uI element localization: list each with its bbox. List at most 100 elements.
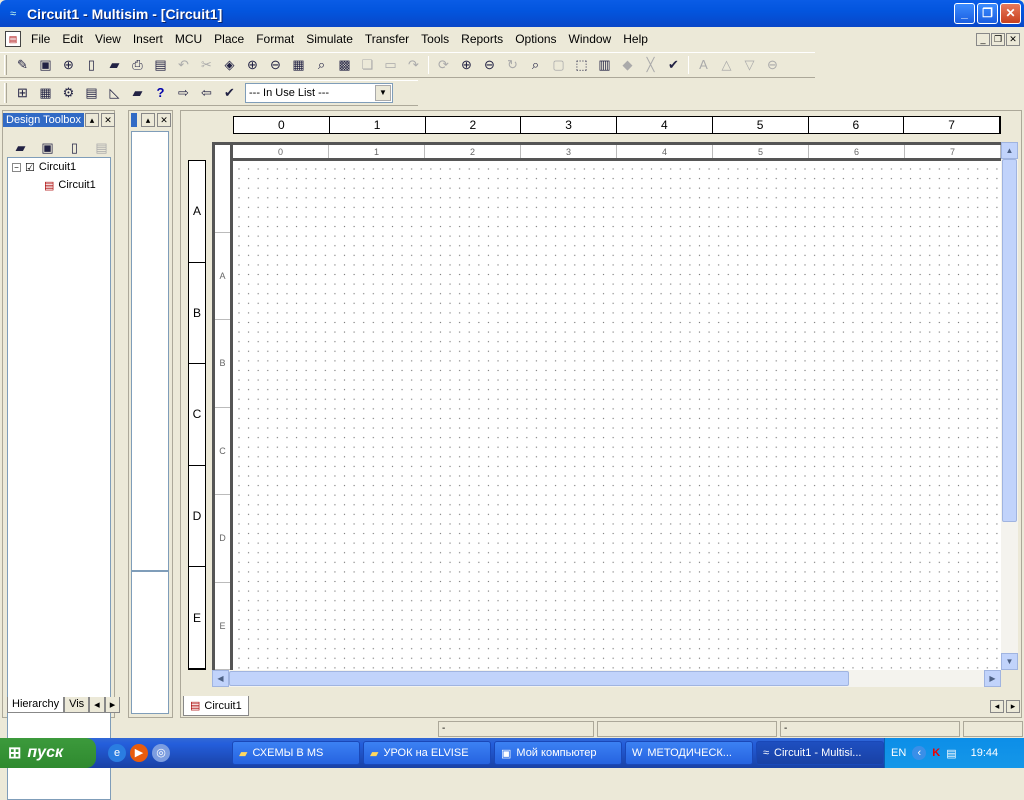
tab-scroll-left-icon[interactable]: ◂	[89, 697, 105, 713]
save-icon[interactable]: ▣	[34, 54, 57, 76]
panel-pin-button[interactable]: ▴	[141, 113, 155, 127]
erc-icon[interactable]: ✔	[218, 82, 241, 104]
collapse-icon[interactable]: −	[12, 162, 21, 172]
open-folder-icon[interactable]: ▰	[103, 54, 126, 76]
zoom-area-icon[interactable]: ⌕	[310, 54, 333, 76]
flip-icon[interactable]: △	[715, 54, 738, 76]
rotate-180-icon[interactable]: ↻	[501, 54, 524, 76]
zoom-fit-icon[interactable]: ⌕	[524, 54, 547, 76]
media-player-icon[interactable]: ▶	[130, 744, 148, 762]
undo-icon[interactable]: ↶	[172, 54, 195, 76]
delete-icon[interactable]: ▤	[90, 137, 113, 159]
menu-edit[interactable]: Edit	[56, 28, 89, 50]
menu-simulate[interactable]: Simulate	[300, 28, 359, 50]
help-icon[interactable]: ?	[149, 82, 172, 104]
panel-list[interactable]	[131, 571, 169, 714]
align-icon[interactable]: ⊖	[761, 54, 784, 76]
chevron-left-icon[interactable]: ‹	[912, 746, 927, 760]
minimize-button[interactable]: _	[954, 3, 975, 24]
new-sheet-icon[interactable]: ▯	[63, 137, 86, 159]
horizontal-scrollbar[interactable]: ◀ ▶	[212, 670, 1001, 687]
rotate-icon[interactable]: ⟳	[432, 54, 455, 76]
sheet-tab-circuit1[interactable]: ▤ Circuit1	[183, 696, 249, 716]
vertical-scrollbar[interactable]: ▲ ▼	[1001, 142, 1018, 670]
panel-close-button[interactable]: ✕	[101, 113, 115, 127]
multisim-app-icon[interactable]: ≈	[5, 6, 21, 22]
graph-icon[interactable]: ▦	[287, 54, 310, 76]
menu-mcu[interactable]: MCU	[169, 28, 208, 50]
open-folder-icon[interactable]: ▰	[126, 82, 149, 104]
tree-item-sheet[interactable]: ▤ Circuit1	[8, 176, 110, 194]
paste-icon[interactable]: ▭	[379, 54, 402, 76]
zoom-in-icon[interactable]: ⊕	[455, 54, 478, 76]
close-button[interactable]: ✕	[1000, 3, 1021, 24]
open-folder-icon[interactable]: ▰	[9, 137, 32, 159]
wire-icon[interactable]: ╳	[639, 54, 662, 76]
zoom-in-icon[interactable]: ⊕	[241, 54, 264, 76]
text-icon[interactable]: A	[692, 54, 715, 76]
antivirus-icon[interactable]: K	[932, 747, 940, 759]
wand-icon[interactable]: ✎	[11, 54, 34, 76]
menu-insert[interactable]: Insert	[127, 28, 169, 50]
menu-transfer[interactable]: Transfer	[359, 28, 415, 50]
sheet-icon[interactable]: ▢	[547, 54, 570, 76]
zoom-out-icon[interactable]: ⊖	[264, 54, 287, 76]
spreadsheet-icon[interactable]: ▦	[34, 82, 57, 104]
language-indicator[interactable]: EN	[891, 747, 906, 759]
horizontal-scroll-thumb[interactable]	[229, 671, 849, 686]
menu-view[interactable]: View	[89, 28, 127, 50]
toolbar-grip[interactable]	[4, 83, 7, 103]
grapher-icon[interactable]: ▤	[80, 82, 103, 104]
document-icon[interactable]: ▤	[5, 31, 21, 47]
hierarchy-icon[interactable]: ⊞	[11, 82, 34, 104]
menu-reports[interactable]: Reports	[455, 28, 509, 50]
flip-horizontal-icon[interactable]: ▽	[738, 54, 761, 76]
magnify-icon[interactable]: ⊕	[57, 54, 80, 76]
print-icon[interactable]: ⎙	[126, 54, 149, 76]
panel-pin-button[interactable]: ▴	[85, 113, 99, 127]
in-use-list-dropdown[interactable]: --- In Use List --- ▼	[245, 83, 393, 103]
task-my-computer[interactable]: ▣ Мой компьютер	[494, 741, 622, 765]
internet-explorer-icon[interactable]: e	[108, 744, 126, 762]
toolbar-grip[interactable]	[4, 55, 7, 75]
database-icon[interactable]: ⚙	[57, 82, 80, 104]
tab-scroll-left-icon[interactable]: ◂	[990, 700, 1004, 713]
save-icon[interactable]: ▣	[36, 137, 59, 159]
restore-button[interactable]: ❐	[977, 3, 998, 24]
menu-place[interactable]: Place	[208, 28, 250, 50]
status-grip[interactable]	[963, 721, 1023, 737]
scroll-left-icon[interactable]: ◀	[212, 670, 229, 687]
back-annotate-icon[interactable]: ⇦	[195, 82, 218, 104]
menu-help[interactable]: Help	[617, 28, 654, 50]
menu-tools[interactable]: Tools	[415, 28, 455, 50]
menu-window[interactable]: Window	[563, 28, 618, 50]
redo-icon[interactable]: ↷	[402, 54, 425, 76]
tab-scroll-right-icon[interactable]: ▸	[104, 697, 121, 713]
postprocessor-icon[interactable]: ◺	[103, 82, 126, 104]
start-button[interactable]: ⊞ пуск	[0, 738, 96, 768]
grid-icon[interactable]: ▥	[593, 54, 616, 76]
forward-annotate-icon[interactable]: ⇨	[172, 82, 195, 104]
copy-icon[interactable]: ❏	[356, 54, 379, 76]
mdi-close-button[interactable]: ✕	[1006, 33, 1020, 46]
tab-hierarchy[interactable]: Hierarchy	[7, 697, 65, 713]
tree-item-root[interactable]: − ☑ Circuit1	[8, 158, 110, 176]
task-lesson-elvis[interactable]: ▰ УРОК на ELVISE	[363, 741, 491, 765]
vertical-scroll-thumb[interactable]	[1002, 159, 1017, 522]
network-icon[interactable]: ▤	[946, 747, 956, 760]
schematic-canvas[interactable]: 0 1 2 3 4 5 6 7 A B C D E	[212, 142, 1001, 670]
clock[interactable]: 19:44	[971, 747, 999, 759]
cut-icon[interactable]: ✂	[195, 54, 218, 76]
zoom-out-icon[interactable]: ⊖	[478, 54, 501, 76]
scroll-right-icon[interactable]: ▶	[984, 670, 1001, 687]
task-schemes-ms[interactable]: ▰ СХЕМЫ В MS	[232, 741, 360, 765]
browser-icon[interactable]: ◎	[152, 744, 170, 762]
calculator-icon[interactable]: ▩	[333, 54, 356, 76]
new-file-icon[interactable]: ▯	[80, 54, 103, 76]
eraser-icon[interactable]: ◆	[616, 54, 639, 76]
checkbox-icon[interactable]: ✔	[662, 54, 685, 76]
component-icon[interactable]: ◈	[218, 54, 241, 76]
select-box-icon[interactable]: ⬚	[570, 54, 593, 76]
task-multisim[interactable]: ≈ Circuit1 - Multisi...	[756, 741, 884, 765]
menu-file[interactable]: File	[25, 28, 56, 50]
